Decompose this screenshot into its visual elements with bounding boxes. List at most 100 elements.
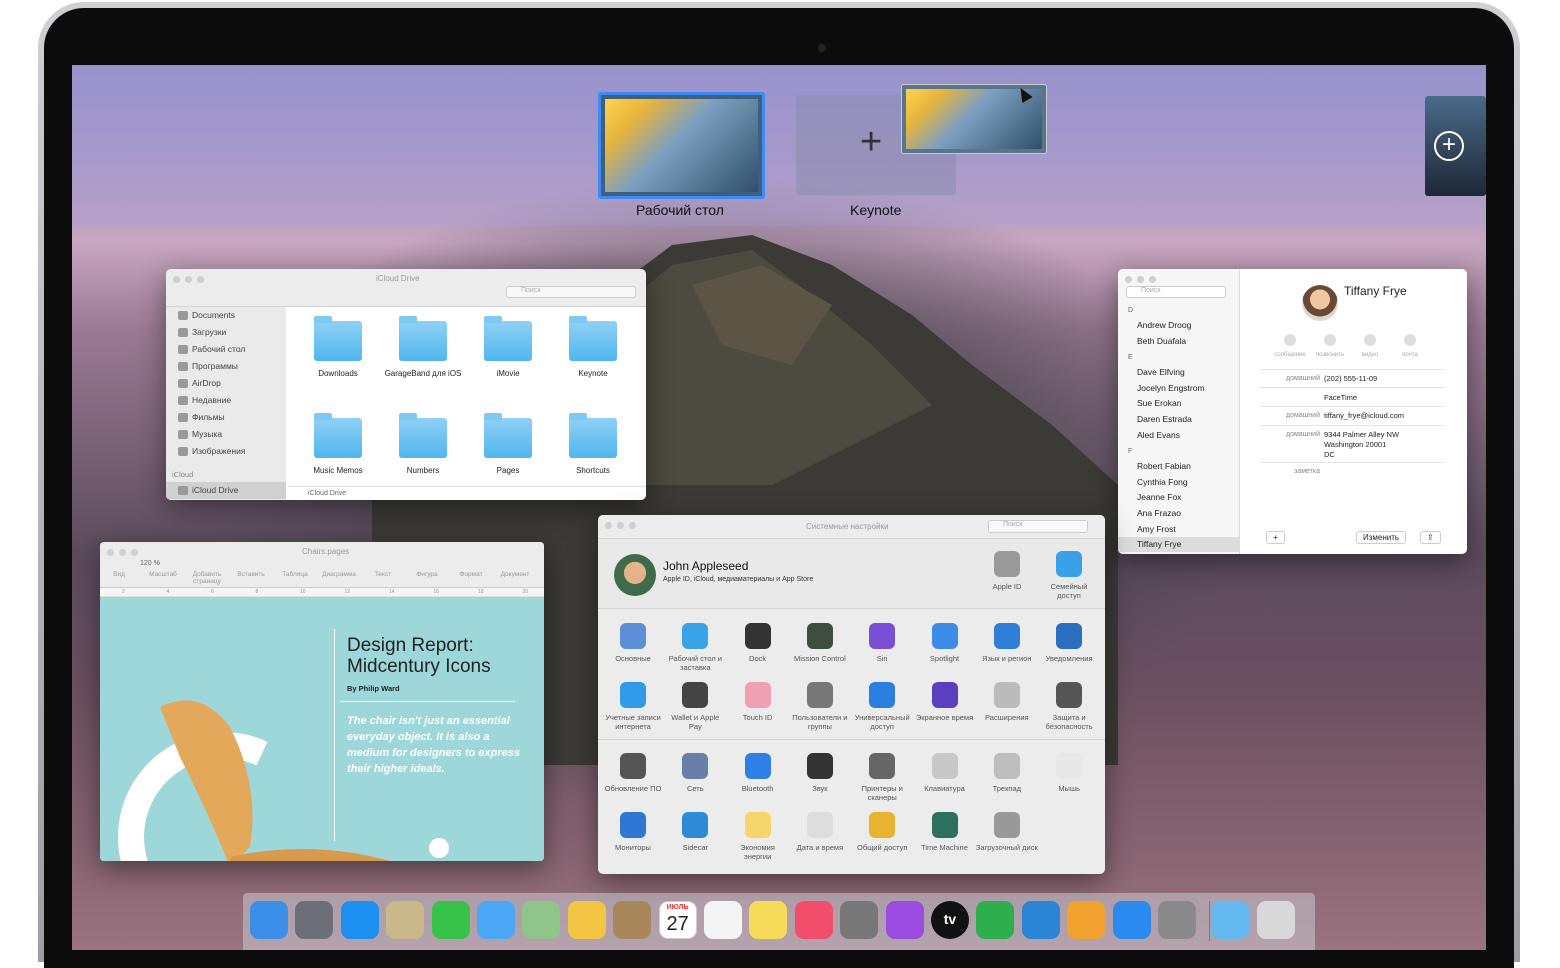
- pref-apple-id[interactable]: Apple ID: [976, 551, 1038, 591]
- sidebar-item[interactable]: Изображения: [166, 443, 286, 460]
- pref-item[interactable]: Дата и время: [789, 812, 851, 852]
- contact-row[interactable]: Daren Estrada: [1118, 412, 1240, 427]
- pref-item[interactable]: Mission Control: [789, 623, 851, 663]
- folder-item[interactable]: iMovie: [468, 316, 548, 378]
- apple-tv-icon[interactable]: tv: [931, 901, 969, 939]
- window-controls[interactable]: [107, 549, 138, 556]
- toolbar-button[interactable]: Текст: [361, 571, 405, 578]
- maps-icon[interactable]: [522, 901, 561, 939]
- pref-item[interactable]: Загрузочный диск: [976, 812, 1038, 852]
- pref-item[interactable]: Принтеры и сканеры: [851, 753, 913, 802]
- pref-item[interactable]: Dock: [727, 623, 789, 663]
- contacts-icon[interactable]: [613, 901, 652, 939]
- video-action[interactable]: видео: [1350, 334, 1390, 358]
- pref-item[interactable]: Рабочий стол и заставка: [664, 623, 726, 672]
- pref-item[interactable]: Универсальный доступ: [851, 682, 913, 731]
- music-icon[interactable]: [794, 901, 833, 939]
- pref-item[interactable]: Уведомления: [1038, 623, 1100, 663]
- pref-item[interactable]: Экранное время: [914, 682, 976, 722]
- contact-row[interactable]: Amy Frost: [1118, 522, 1240, 537]
- search-input[interactable]: Поиск: [988, 520, 1088, 533]
- downloads-folder-icon[interactable]: [1211, 901, 1250, 939]
- reminders-icon[interactable]: [704, 901, 742, 939]
- pref-item[interactable]: Основные: [602, 623, 664, 663]
- pref-item[interactable]: Трекпад: [976, 753, 1038, 793]
- contact-row[interactable]: Cynthia Fong: [1118, 475, 1240, 490]
- pref-item[interactable]: Siri: [851, 623, 913, 663]
- keynote-icon[interactable]: [1021, 901, 1060, 939]
- folder-item[interactable]: Keynote: [553, 316, 633, 378]
- sidebar-item[interactable]: Рабочий стол: [166, 341, 286, 358]
- calculator-icon[interactable]: [840, 901, 879, 939]
- podcasts-icon[interactable]: [885, 901, 924, 939]
- contact-row[interactable]: Ana Frazao: [1118, 506, 1240, 521]
- toolbar-button[interactable]: Таблица: [273, 571, 317, 578]
- mail-stamp-icon[interactable]: [386, 901, 425, 939]
- folder-item[interactable]: Shortcuts: [553, 413, 633, 475]
- sidebar-item-icloud-drive[interactable]: iCloud Drive: [166, 482, 286, 499]
- sidebar-item[interactable]: Музыка: [166, 426, 286, 443]
- sidebar-item[interactable]: Фильмы: [166, 409, 286, 426]
- search-input[interactable]: Поиск: [506, 286, 636, 298]
- pref-item[interactable]: Сеть: [664, 753, 726, 793]
- add-desktop-button[interactable]: +: [1425, 96, 1486, 196]
- mail-action[interactable]: почта: [1390, 334, 1430, 358]
- pref-item[interactable]: Защита и безопасность: [1038, 682, 1100, 731]
- window-controls[interactable]: [605, 522, 636, 529]
- launchpad-icon[interactable]: [295, 901, 334, 939]
- pref-item[interactable]: Sidecar: [664, 812, 726, 852]
- pref-item[interactable]: Клавиатура: [914, 753, 976, 793]
- sidebar-item[interactable]: Загрузки: [166, 324, 286, 341]
- contact-row[interactable]: Andrew Droog: [1118, 318, 1240, 333]
- pref-item[interactable]: Учетные записи интернета: [602, 682, 664, 731]
- sidebar-item[interactable]: Documents: [166, 307, 286, 324]
- pref-item[interactable]: Wallet и Apple Pay: [664, 682, 726, 731]
- folder-item[interactable]: GarageBand для iOS: [383, 316, 463, 378]
- notes-icon[interactable]: [749, 901, 788, 939]
- pref-family-sharing[interactable]: Семейный доступ: [1038, 551, 1100, 600]
- trash-icon[interactable]: [1256, 901, 1295, 939]
- contact-row[interactable]: Jeanne Fox: [1118, 490, 1240, 505]
- pref-item[interactable]: Bluetooth: [727, 753, 789, 793]
- pref-item[interactable]: Обновление ПО: [602, 753, 664, 793]
- add-contact-button[interactable]: +: [1266, 531, 1285, 544]
- facetime-icon[interactable]: [431, 901, 470, 939]
- space-desktop-thumbnail[interactable]: [598, 92, 765, 199]
- app-store-icon[interactable]: [1112, 901, 1151, 939]
- apple-id-banner[interactable]: John Appleseed Apple ID, iCloud, медиама…: [598, 539, 1105, 609]
- pref-item[interactable]: Spotlight: [914, 623, 976, 663]
- pref-item[interactable]: Touch ID: [727, 682, 789, 722]
- toolbar-button[interactable]: Добавить страницу: [185, 571, 229, 585]
- contact-row[interactable]: Robert Fabian: [1118, 459, 1240, 474]
- edit-button[interactable]: Изменить: [1356, 531, 1407, 544]
- search-input[interactable]: Поиск: [1126, 286, 1226, 298]
- document-canvas[interactable]: Design Report: Midcentury Icons By Phili…: [100, 597, 544, 861]
- contact-row[interactable]: Dave Elfving: [1118, 365, 1240, 380]
- pref-item[interactable]: Звук: [789, 753, 851, 793]
- pref-item[interactable]: Мониторы: [602, 812, 664, 852]
- pref-item[interactable]: Расширения: [976, 682, 1038, 722]
- contact-row[interactable]: Sue Erokan: [1118, 396, 1240, 411]
- folder-item[interactable]: Numbers: [383, 413, 463, 475]
- pref-item[interactable]: Time Machine: [914, 812, 976, 852]
- finder-window[interactable]: iCloud Drive Поиск Documents Загрузки Рабо…: [166, 269, 646, 500]
- window-controls[interactable]: [173, 276, 204, 283]
- sidebar-item[interactable]: Недавние: [166, 392, 286, 409]
- safari-icon[interactable]: [340, 901, 379, 939]
- toolbar-button[interactable]: Формат: [449, 571, 493, 578]
- toolbar-button[interactable]: Фигура: [405, 571, 449, 578]
- toolbar-button[interactable]: Вставить: [229, 571, 273, 578]
- pages-icon[interactable]: [1067, 901, 1106, 939]
- pref-item[interactable]: Экономия энергии: [727, 812, 789, 861]
- system-preferences-window[interactable]: Системные настройки Поиск John Appleseed…: [598, 515, 1105, 874]
- contacts-window[interactable]: Поиск D Andrew Droog Beth Duafala E Dave Elf…: [1118, 269, 1467, 554]
- contact-row[interactable]: Tiffany Frye: [1118, 537, 1240, 553]
- folder-item[interactable]: Music Memos: [298, 413, 378, 475]
- toolbar-button[interactable]: Диаграмма: [317, 571, 361, 578]
- folder-item[interactable]: Pages: [468, 413, 548, 475]
- message-action[interactable]: сообщение: [1270, 334, 1310, 358]
- calendar-icon[interactable]: ИЮЛЬ 27: [658, 901, 697, 939]
- sidebar-item[interactable]: AirDrop: [166, 375, 286, 392]
- photos-icon[interactable]: [567, 901, 606, 939]
- zoom-select[interactable]: 120 %: [140, 560, 160, 567]
